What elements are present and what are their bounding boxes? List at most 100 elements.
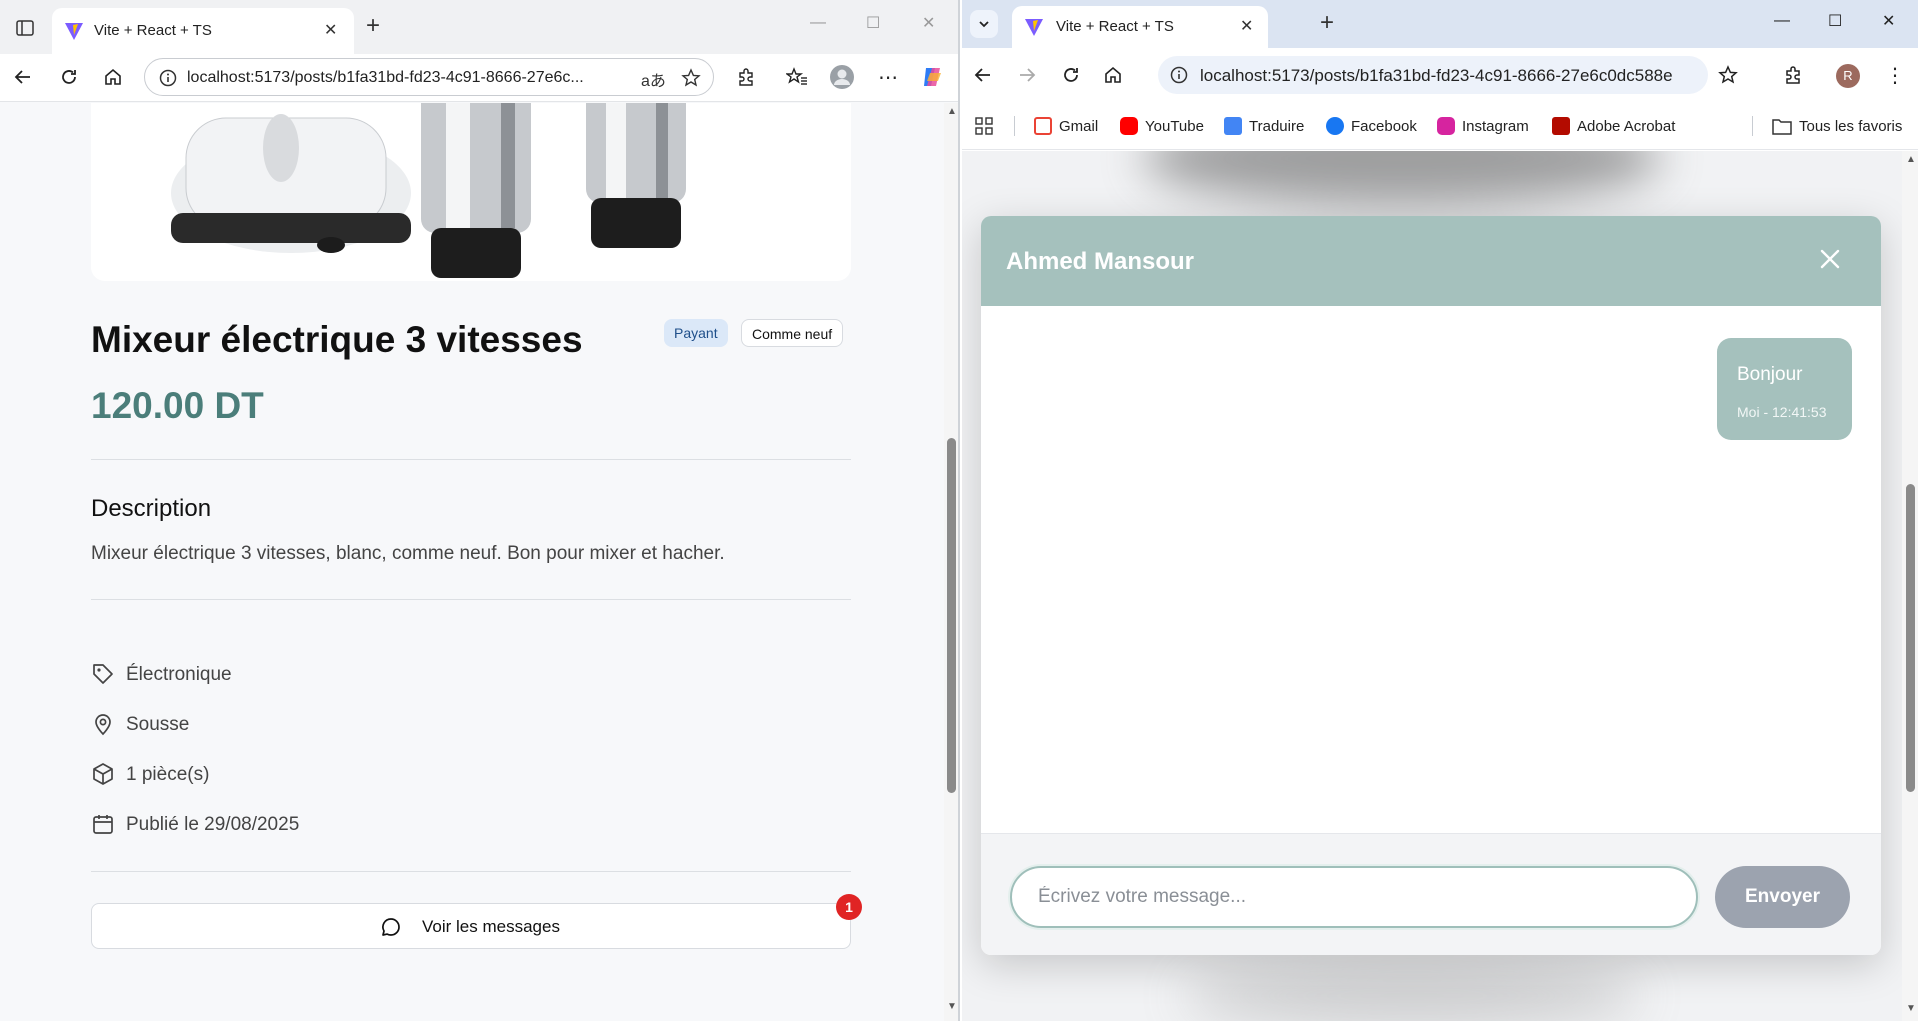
bookmark-gmail[interactable]: Gmail xyxy=(1034,115,1098,137)
scrollbar-thumb[interactable] xyxy=(947,438,956,793)
product-price: 120.00 DT xyxy=(91,385,264,426)
extensions-icon[interactable] xyxy=(733,64,759,90)
info-icon[interactable] xyxy=(1170,66,1188,84)
blurred-background xyxy=(1142,151,1662,206)
copilot-icon[interactable] xyxy=(920,64,946,90)
address-url: localhost:5173/posts/b1fa31bd-fd23-4c91-… xyxy=(187,69,584,86)
vite-icon xyxy=(65,23,83,40)
back-icon[interactable] xyxy=(970,62,996,88)
bookmark-traduire[interactable]: Traduire xyxy=(1224,115,1304,137)
blurred-background xyxy=(1182,966,1642,1021)
page-scrollbar[interactable]: ▲ ▼ xyxy=(944,103,958,1021)
chat-messages: Bonjour Moi - 12:41:53 xyxy=(981,306,1881,833)
vite-icon xyxy=(1025,19,1043,36)
calendar-icon xyxy=(93,815,113,834)
description-text: Mixeur électrique 3 vitesses, blanc, com… xyxy=(91,543,725,564)
chat-message-bubble: Bonjour Moi - 12:41:53 xyxy=(1717,338,1852,440)
refresh-icon[interactable] xyxy=(56,64,82,90)
product-image xyxy=(91,103,851,281)
product-page: Mixeur électrique 3 vitesses Payant Comm… xyxy=(0,103,944,1021)
bookmark-adobe-acrobat[interactable]: Adobe Acrobat xyxy=(1552,115,1675,137)
view-messages-label: Voir les messages xyxy=(422,917,560,936)
folder-icon xyxy=(1772,119,1792,135)
package-icon xyxy=(93,763,113,785)
message-input[interactable] xyxy=(1010,866,1698,928)
facebook-icon xyxy=(1326,117,1344,135)
scroll-up-icon[interactable]: ▲ xyxy=(1906,154,1916,165)
chrome-toolbar: localhost:5173/posts/b1fa31bd-fd23-4c91-… xyxy=(962,48,1918,100)
divider xyxy=(91,459,851,460)
home-icon[interactable] xyxy=(100,64,126,90)
message-text: Bonjour xyxy=(1737,364,1803,385)
address-bar[interactable]: localhost:5173/posts/b1fa31bd-fd23-4c91-… xyxy=(144,58,714,96)
favorites-icon[interactable] xyxy=(784,64,810,90)
refresh-icon[interactable] xyxy=(1058,62,1084,88)
chevron-down-icon xyxy=(979,21,989,28)
instagram-icon xyxy=(1437,117,1455,135)
more-vertical-icon[interactable]: ⋮ xyxy=(1882,62,1908,88)
star-icon[interactable] xyxy=(681,68,701,88)
new-tab-icon[interactable]: + xyxy=(1320,11,1334,35)
notification-badge: 1 xyxy=(836,894,862,920)
view-messages-button[interactable]: Voir les messages xyxy=(91,903,851,949)
message-circle-icon xyxy=(382,918,400,936)
gmail-icon xyxy=(1034,117,1052,135)
scroll-down-icon[interactable]: ▼ xyxy=(947,1001,957,1012)
address-bar[interactable]: localhost:5173/posts/b1fa31bd-fd23-4c91-… xyxy=(1158,56,1708,94)
all-bookmarks[interactable]: Tous les favoris xyxy=(1772,115,1902,137)
divider xyxy=(91,871,851,872)
youtube-icon xyxy=(1120,117,1138,135)
close-tab-icon[interactable]: ✕ xyxy=(324,20,337,40)
maximize-icon[interactable]: ☐ xyxy=(866,13,880,33)
bookmark-youtube[interactable]: YouTube xyxy=(1120,115,1204,137)
more-icon[interactable]: ⋯ xyxy=(875,64,901,90)
edge-browser-window: Vite + React + TS ✕ + — ☐ ✕ localhost:51… xyxy=(0,0,960,1021)
close-window-icon[interactable]: ✕ xyxy=(922,13,935,33)
profile-icon[interactable] xyxy=(829,64,855,90)
send-button[interactable]: Envoyer xyxy=(1715,866,1850,928)
maximize-icon[interactable]: ☐ xyxy=(1828,11,1842,31)
chat-composer: Envoyer xyxy=(981,833,1881,955)
chrome-active-tab[interactable]: Vite + React + TS ✕ xyxy=(1012,6,1268,48)
bookmark-facebook[interactable]: Facebook xyxy=(1326,115,1417,137)
chat-contact-name: Ahmed Mansour xyxy=(1006,248,1195,275)
minimize-icon[interactable]: — xyxy=(1774,12,1790,30)
tag-icon xyxy=(93,664,113,684)
chrome-tab-strip: Vite + React + TS ✕ + — ☐ ✕ xyxy=(962,0,1918,48)
bookmark-label: Gmail xyxy=(1059,117,1099,135)
tab-title: Vite + React + TS xyxy=(94,22,212,39)
extensions-icon[interactable] xyxy=(1780,62,1806,88)
scroll-down-icon[interactable]: ▼ xyxy=(1906,1003,1916,1014)
bookmark-separator xyxy=(1752,116,1753,136)
close-icon[interactable] xyxy=(1817,246,1843,272)
star-icon[interactable] xyxy=(1718,65,1738,85)
chat-modal: Ahmed Mansour Bonjour Moi - 12:41:53 Env… xyxy=(981,216,1881,955)
page-scrollbar[interactable]: ▲ ▼ xyxy=(1902,151,1918,1021)
home-icon[interactable] xyxy=(1100,62,1126,88)
new-tab-icon[interactable]: + xyxy=(366,14,380,38)
avatar[interactable]: R xyxy=(1836,64,1860,88)
scroll-up-icon[interactable]: ▲ xyxy=(947,106,957,117)
chat-page: Ahmed Mansour Bonjour Moi - 12:41:53 Env… xyxy=(962,151,1902,1021)
bookmark-instagram[interactable]: Instagram xyxy=(1437,115,1529,137)
bookmark-separator xyxy=(1014,116,1015,136)
map-pin-icon xyxy=(95,714,111,736)
close-window-icon[interactable]: ✕ xyxy=(1882,11,1895,31)
edge-active-tab[interactable]: Vite + React + TS ✕ xyxy=(52,8,354,54)
sidebar-toggle-icon[interactable] xyxy=(12,15,38,41)
tab-title: Vite + React + TS xyxy=(1056,18,1174,35)
close-tab-icon[interactable]: ✕ xyxy=(1240,16,1253,36)
back-icon[interactable] xyxy=(10,64,36,90)
translate-icon xyxy=(1224,117,1242,135)
apps-grid-icon[interactable] xyxy=(974,116,994,136)
chrome-browser-window: Vite + React + TS ✕ + — ☐ ✕ localhost:51… xyxy=(962,0,1918,1021)
minimize-icon[interactable]: — xyxy=(810,14,826,32)
meta-published-label: Publié le 29/08/2025 xyxy=(126,814,300,835)
read-aloud-icon[interactable]: aあ xyxy=(641,67,666,91)
forward-icon[interactable] xyxy=(1014,62,1040,88)
product-title: Mixeur électrique 3 vitesses xyxy=(91,319,583,360)
tab-search-button[interactable] xyxy=(970,10,998,38)
edge-toolbar: localhost:5173/posts/b1fa31bd-fd23-4c91-… xyxy=(0,54,958,102)
info-icon[interactable] xyxy=(159,69,177,87)
scrollbar-thumb[interactable] xyxy=(1906,484,1915,792)
